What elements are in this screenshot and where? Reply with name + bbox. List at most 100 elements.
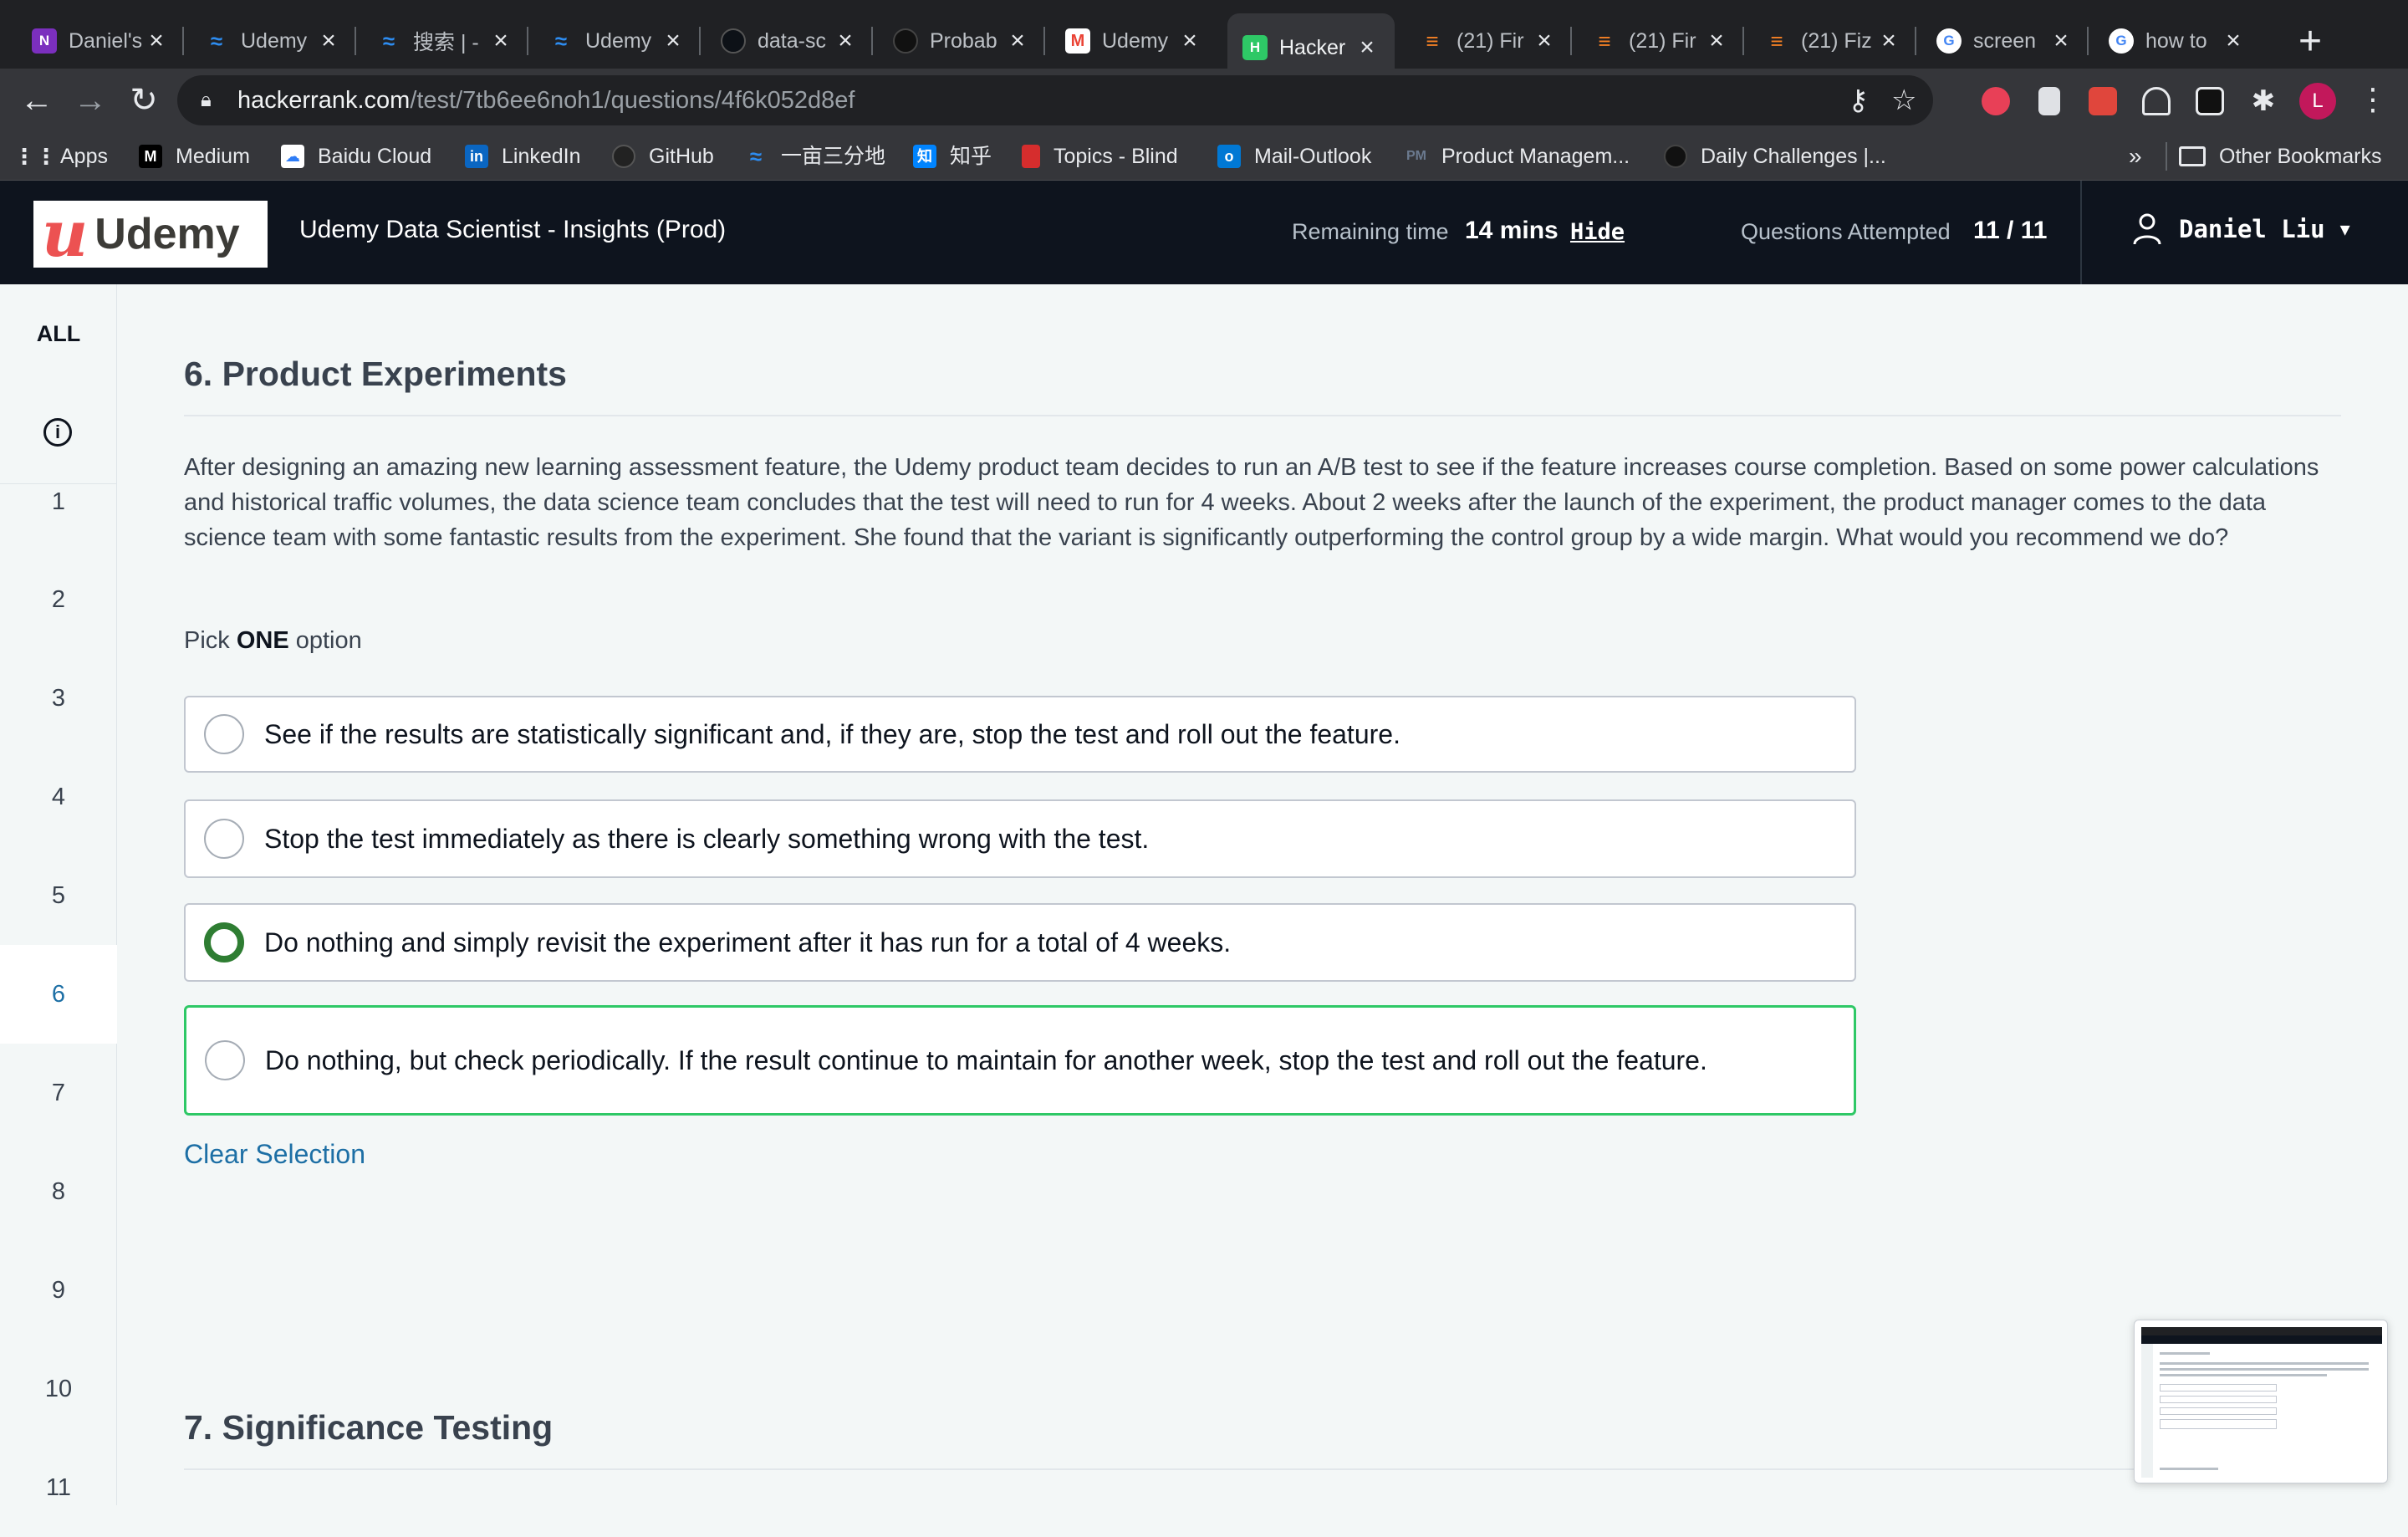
question-nav-item-active[interactable]: 6 [0, 945, 117, 1044]
browser-tab[interactable]: ≡ (21) Fir × [1577, 13, 1744, 69]
questions-attempted-label: Questions Attempted [1741, 219, 1951, 244]
browser-tab[interactable]: N Daniel's × [17, 13, 184, 69]
hide-timer-link[interactable]: Hide [1570, 219, 1625, 245]
question-nav-item[interactable]: 11 [0, 1438, 117, 1537]
person-extension-icon[interactable] [2142, 87, 2171, 115]
browser-tab[interactable]: ≈ Udemy × [533, 13, 701, 69]
question-nav-item[interactable]: 3 [0, 649, 117, 748]
all-questions-button[interactable]: ALL [0, 321, 117, 347]
tab-title: screen [1973, 28, 2037, 53]
browser-tab[interactable]: ≈ 搜索 | - × [361, 13, 528, 69]
close-tab-icon[interactable]: × [1005, 27, 1030, 55]
close-tab-icon[interactable]: × [1704, 27, 1729, 55]
thumb-header [2141, 1335, 2382, 1344]
user-menu[interactable]: Daniel Liu ▼ [2132, 212, 2350, 246]
close-tab-icon[interactable]: × [1876, 27, 1901, 55]
browser-tab[interactable]: ≡ (21) Fiz × [1749, 13, 1916, 69]
other-bookmarks[interactable]: Other Bookmarks [2179, 132, 2382, 181]
close-tab-icon[interactable]: × [1532, 27, 1557, 55]
thumb-option [2160, 1419, 2277, 1429]
bookmark-daily-challenges[interactable]: Daily Challenges |... [1664, 132, 1886, 181]
clear-selection-link[interactable]: Clear Selection [184, 1139, 365, 1170]
question-nav-item[interactable]: 8 [0, 1142, 117, 1241]
tab-separator [1915, 27, 1916, 55]
close-tab-icon[interactable]: × [661, 27, 686, 55]
bookmark-medium[interactable]: M Medium [139, 132, 250, 181]
bookmark-1point3acres[interactable]: ≈ 一亩三分地 [744, 132, 885, 181]
info-icon[interactable]: i [43, 418, 72, 447]
browser-tab[interactable]: ≈ Udemy × [189, 13, 356, 69]
close-tab-icon[interactable]: × [1177, 27, 1202, 55]
question-nav-item[interactable]: 2 [0, 550, 117, 649]
question-nav-item[interactable]: 1 [0, 485, 117, 542]
close-tab-icon[interactable]: × [2048, 27, 2074, 55]
reload-icon[interactable]: ↻ [122, 79, 166, 122]
address-bar[interactable]: 🔒︎ hackerrank.com/test/7tb6ee6noh1/quest… [177, 75, 1933, 125]
browser-tab[interactable]: G screen × [1921, 13, 2089, 69]
bookmark-star-icon[interactable]: ☆ [1891, 75, 1916, 125]
bookmark-baidu-cloud[interactable]: ☁ Baidu Cloud [281, 132, 431, 181]
bookmark-zhihu[interactable]: 知 知乎 [913, 132, 992, 181]
screenshot-preview-thumbnail[interactable] [2134, 1320, 2388, 1483]
tab-separator [2087, 27, 2089, 55]
browser-tab[interactable]: Probab × [878, 13, 1045, 69]
tab-separator [1043, 27, 1045, 55]
spy-extension-icon[interactable] [2196, 87, 2224, 115]
tab-title: Udemy [585, 28, 652, 53]
question-nav-item[interactable]: 5 [0, 846, 117, 945]
browser-menu-icon[interactable]: ⋮ [2358, 82, 2388, 117]
bookmark-blind[interactable]: Topics - Blind [1022, 132, 1178, 181]
tab-title: Udemy [1102, 28, 1169, 53]
answer-option[interactable]: Stop the test immediately as there is cl… [184, 799, 1856, 878]
answer-option-selected[interactable]: Do nothing and simply revisit the experi… [184, 903, 1856, 982]
tab-separator [355, 27, 356, 55]
close-tab-icon[interactable]: × [2221, 27, 2246, 55]
radio-button[interactable] [204, 714, 244, 754]
onenote-icon: N [32, 28, 57, 54]
question-nav-item[interactable]: 4 [0, 748, 117, 846]
answer-option-hovered[interactable]: Do nothing, but check periodically. If t… [184, 1005, 1856, 1116]
new-tab-button[interactable]: + [2287, 18, 2334, 65]
browser-tab[interactable]: G how to × [2094, 13, 2261, 69]
hackerrank-icon: H [1242, 35, 1268, 60]
bookmark-linkedin[interactable]: in LinkedIn [465, 132, 581, 181]
bookmark-outlook[interactable]: o Mail-Outlook [1217, 132, 1371, 181]
key-icon[interactable]: ⚷ [1848, 75, 1869, 125]
forward-icon[interactable]: → [69, 79, 112, 122]
bookmarks-bar: ⋮⋮ Apps M Medium ☁ Baidu Cloud in Linked… [0, 132, 2408, 181]
close-tab-icon[interactable]: × [833, 27, 858, 55]
question-nav-item[interactable]: 7 [0, 1044, 117, 1142]
bookmark-apps[interactable]: ⋮⋮ Apps [13, 132, 108, 181]
user-name: Daniel Liu [2179, 215, 2325, 243]
browser-tab[interactable]: ≡ (21) Fir × [1405, 13, 1572, 69]
bookmarks-overflow-button[interactable]: » [2129, 132, 2142, 181]
bookmark-label: Product Managem... [1441, 145, 1630, 168]
back-icon[interactable]: ← [15, 79, 59, 122]
question-nav-item[interactable]: 10 [0, 1340, 117, 1438]
browser-tab[interactable]: M Udemy × [1050, 13, 1217, 69]
bookmark-label: 一亩三分地 [781, 145, 886, 168]
close-tab-icon[interactable]: × [144, 27, 169, 55]
close-tab-icon[interactable]: × [488, 27, 513, 55]
radio-button-checked[interactable] [204, 922, 244, 963]
puzzle-extensions-icon[interactable]: ✱ [2249, 87, 2278, 115]
browser-tab[interactable]: data-sc × [706, 13, 873, 69]
radio-button[interactable] [204, 819, 244, 859]
question-nav-item[interactable]: 9 [0, 1241, 117, 1340]
grid-extension-icon[interactable] [2089, 87, 2117, 115]
document-extension-icon[interactable] [2038, 87, 2060, 115]
thumb-chrome [2141, 1327, 2382, 1335]
question-panel: 6. Product Experiments After designing a… [117, 284, 2408, 1505]
browser-toolbar: ← → ↻ 🔒︎ hackerrank.com/test/7tb6ee6noh1… [0, 69, 2408, 132]
google-icon: G [2109, 28, 2134, 54]
bookmark-github[interactable]: GitHub [612, 132, 714, 181]
radio-button[interactable] [205, 1040, 245, 1080]
udemy-u-mark-icon: u [42, 197, 89, 271]
answer-option[interactable]: See if the results are statistically sig… [184, 696, 1856, 773]
bookmark-product-management[interactable]: PM Product Managem... [1405, 132, 1630, 181]
close-tab-icon[interactable]: × [316, 27, 341, 55]
close-tab-icon[interactable]: × [1354, 33, 1380, 62]
profile-avatar[interactable]: L [2299, 83, 2336, 120]
bookmark-label: Medium [176, 145, 250, 168]
extension-red-icon[interactable] [1982, 87, 2010, 115]
